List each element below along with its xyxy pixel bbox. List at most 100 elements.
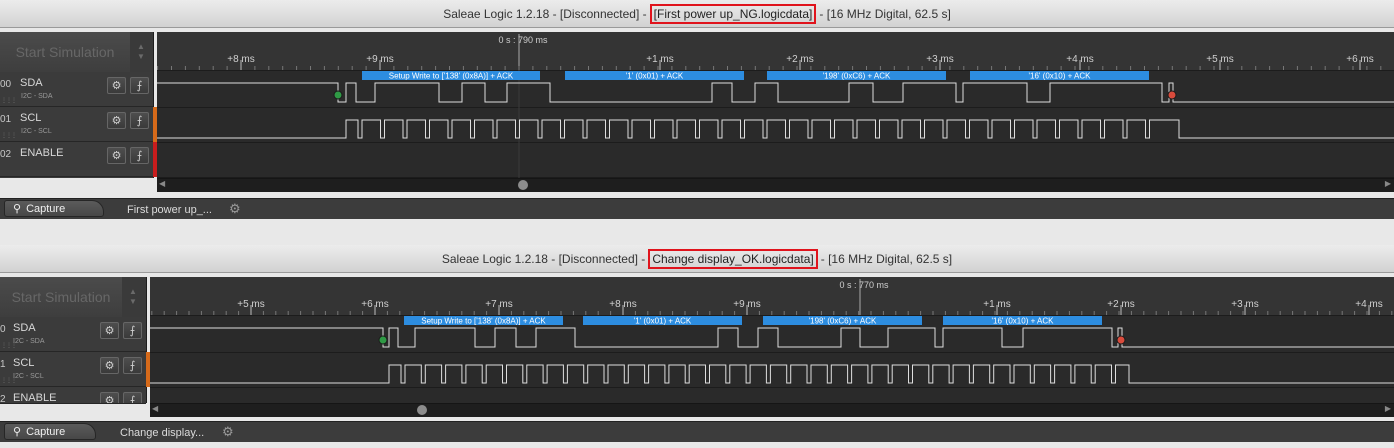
decode-label: '1' (0x01) + ACK xyxy=(626,72,684,81)
channel-analyzer-label: I2C - SDA xyxy=(13,338,45,345)
i2c-stop-marker xyxy=(1167,90,1177,100)
start-simulation-button[interactable]: Start Simulation xyxy=(0,32,130,73)
file-tab[interactable]: First power up_... xyxy=(127,201,212,218)
channel-row-enable[interactable]: 2 ENABLE ⚙ ⨍ xyxy=(0,387,146,404)
gear-icon[interactable]: ⚙ xyxy=(107,77,126,94)
scroll-right-icon[interactable]: ▶ xyxy=(1385,404,1391,413)
waveform-timeline[interactable]: 0 s : 790 ms +8 ms +9 ms +1 ms +2 ms +3 ms +4… xyxy=(157,32,1394,178)
file-tab[interactable]: Change display... xyxy=(120,424,204,441)
capture-tab[interactable]: ⚲ Capture xyxy=(4,423,96,440)
i2c-start-marker xyxy=(378,335,388,345)
drag-handle-icon[interactable]: ⋮⋮⋮ xyxy=(1,132,17,139)
scrollbar-thumb[interactable] xyxy=(417,405,427,415)
channel-name: SCL xyxy=(20,112,42,124)
window-title-suffix: - [16 MHz Digital, 62.5 s] xyxy=(820,251,953,266)
cursor-time-label: 0 s : 790 ms xyxy=(498,35,548,45)
gear-icon[interactable]: ⚙ xyxy=(100,357,119,374)
channel-name: SCL xyxy=(13,357,35,369)
window-title-suffix: - [16 MHz Digital, 62.5 s] xyxy=(819,6,951,21)
channel-analyzer-label: I2C - SDA xyxy=(21,93,53,100)
tick-label: +2 ms xyxy=(1107,299,1135,310)
channel-number: 0 xyxy=(0,324,6,335)
trigger-icon[interactable]: ⨍ xyxy=(123,357,142,374)
channel-analyzer-label: I2C - SCL xyxy=(13,373,44,380)
waveform-canvas[interactable]: 0 s : 790 ms +8 ms +9 ms +1 ms +2 ms +3 ms +4… xyxy=(157,32,1394,178)
tick-label: +1 ms xyxy=(983,299,1011,310)
sda-waveform xyxy=(157,82,1394,103)
channel-number: 00 xyxy=(0,79,12,90)
tick-label: +4 ms xyxy=(1066,54,1094,65)
file-tab-label: First power up_... xyxy=(127,203,212,216)
simulation-spinner[interactable]: ▲ ▼ xyxy=(123,277,143,317)
waveform-timeline[interactable]: 0 s : 770 ms +5 ms +6 ms +7 ms +8 ms +9 ms +1… xyxy=(150,277,1394,403)
tick-label: +7 ms xyxy=(485,299,513,310)
channel-name: SDA xyxy=(13,322,36,334)
channel-row-enable[interactable]: 02 ENABLE ⚙ ⨍ xyxy=(0,142,157,177)
sda-waveform xyxy=(150,327,1394,348)
channel-row-scl[interactable]: 1 ⋮⋮⋮ SCL I2C - SCL ⚙ ⨍ xyxy=(0,352,150,387)
decode-label: '198' (0xC6) + ACK xyxy=(809,317,877,326)
trigger-icon[interactable]: ⨍ xyxy=(123,392,142,403)
search-icon: ⚲ xyxy=(13,203,22,215)
drag-handle-icon[interactable]: ⋮⋮⋮ xyxy=(1,97,17,104)
trigger-icon[interactable]: ⨍ xyxy=(130,77,149,94)
capture-tab-label: Capture xyxy=(26,202,66,215)
decode-label: Setup Write to ['138' (0x8A)] + ACK xyxy=(421,317,546,326)
channel-sidebar: Start Simulation ▲ ▼ 0 ⋮⋮⋮ SDA I2C - SDA … xyxy=(0,277,150,404)
decode-label: '198' (0xC6) + ACK xyxy=(823,72,891,81)
file-tab-label: Change display... xyxy=(120,426,205,439)
channel-row-lines xyxy=(157,70,1394,178)
channel-name: SDA xyxy=(20,77,43,89)
time-ruler[interactable] xyxy=(150,277,1394,315)
horizontal-scrollbar[interactable]: ◀ ▶ xyxy=(157,178,1394,192)
tick-label: +8 ms xyxy=(227,54,255,65)
window-title-bar: Saleae Logic 1.2.18 - [Disconnected] - C… xyxy=(0,245,1394,273)
scroll-left-icon[interactable]: ◀ xyxy=(152,404,158,413)
tick-label: +8 ms xyxy=(609,299,637,310)
trigger-icon[interactable]: ⨍ xyxy=(130,147,149,164)
i2c-decode-bubbles: Setup Write to ['138' (0x8A)] + ACK '1' (… xyxy=(362,71,1149,81)
tick-label: +9 ms xyxy=(733,299,761,310)
channel-name: ENABLE xyxy=(20,147,64,159)
i2c-stop-marker xyxy=(1116,335,1126,345)
capture-tab-label: Capture xyxy=(26,425,66,438)
tick-label: +3 ms xyxy=(926,54,954,65)
gear-icon[interactable]: ⚙ xyxy=(107,112,126,129)
gear-icon[interactable]: ⚙ xyxy=(100,392,119,403)
gear-icon[interactable]: ⚙ xyxy=(100,322,119,339)
capture-tab[interactable]: ⚲ Capture xyxy=(4,200,104,217)
scl-waveform xyxy=(150,364,1394,384)
tick-label: +5 ms xyxy=(1206,54,1234,65)
tick-label: +6 ms xyxy=(361,299,389,310)
tick-label: +2 ms xyxy=(786,54,814,65)
tick-label: +6 ms xyxy=(1346,54,1374,65)
channel-row-scl[interactable]: 01 ⋮⋮⋮ SCL I2C - SCL ⚙ ⨍ xyxy=(0,107,157,142)
search-icon: ⚲ xyxy=(13,426,22,438)
tick-label: +9 ms xyxy=(366,54,394,65)
channel-row-sda[interactable]: 00 ⋮⋮⋮ SDA I2C - SDA ⚙ ⨍ xyxy=(0,72,153,107)
bottom-tab-bar: ⚲ Capture First power up_... ⚙ xyxy=(0,198,1394,219)
trigger-icon[interactable]: ⨍ xyxy=(130,112,149,129)
decode-label: Setup Write to ['138' (0x8A)] + ACK xyxy=(389,72,514,81)
start-simulation-button[interactable]: Start Simulation xyxy=(0,277,122,318)
i2c-decode-bubbles: Setup Write to ['138' (0x8A)] + ACK '1' (… xyxy=(404,316,1102,326)
scroll-left-icon[interactable]: ◀ xyxy=(159,179,165,188)
cursor-time-label: 0 s : 770 ms xyxy=(839,280,889,290)
gear-icon[interactable]: ⚙ xyxy=(222,424,234,440)
scroll-right-icon[interactable]: ▶ xyxy=(1385,179,1391,188)
channel-sidebar: Start Simulation ▲ ▼ 00 ⋮⋮⋮ SDA I2C - SDA… xyxy=(0,32,157,178)
scrollbar-thumb[interactable] xyxy=(518,180,528,190)
window-title-prefix: Saleae Logic 1.2.18 - [Disconnected] - xyxy=(443,6,647,21)
trigger-icon[interactable]: ⨍ xyxy=(123,322,142,339)
waveform-canvas[interactable]: 0 s : 770 ms +5 ms +6 ms +7 ms +8 ms +9 ms +1… xyxy=(150,277,1394,403)
tick-label: +5 ms xyxy=(237,299,265,310)
gear-icon[interactable]: ⚙ xyxy=(107,147,126,164)
channel-number: 01 xyxy=(0,114,12,125)
simulation-spinner[interactable]: ▲ ▼ xyxy=(131,32,151,72)
horizontal-scrollbar[interactable]: ◀ ▶ xyxy=(150,403,1394,417)
gear-icon[interactable]: ⚙ xyxy=(229,201,241,217)
channel-number: 02 xyxy=(0,149,12,160)
i2c-start-marker xyxy=(333,90,343,100)
channel-row-sda[interactable]: 0 ⋮⋮⋮ SDA I2C - SDA ⚙ ⨍ xyxy=(0,317,146,352)
logic-window-first-power-up: Saleae Logic 1.2.18 - [Disconnected] - [… xyxy=(0,0,1394,223)
